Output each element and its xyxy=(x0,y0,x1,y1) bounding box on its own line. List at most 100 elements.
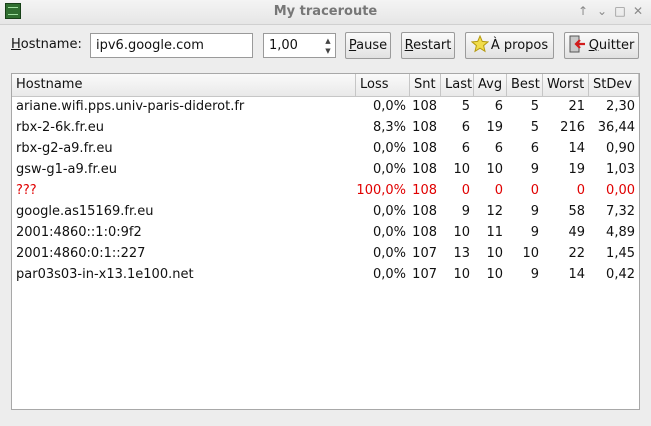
cell-loss: 0,0% xyxy=(372,204,406,219)
cell-best: 9 xyxy=(530,162,539,177)
exit-icon xyxy=(569,35,587,57)
column-header-worst[interactable]: Worst xyxy=(543,74,589,96)
table-row[interactable]: ariane.wifi.pps.univ-paris-diderot.fr 0,0… xyxy=(12,96,639,117)
cell-best: 9 xyxy=(530,204,539,219)
cell-stdev: 0,42 xyxy=(606,267,635,282)
cell-stdev: 7,32 xyxy=(606,204,635,219)
cell-worst: 19 xyxy=(568,162,585,177)
cell-best: 5 xyxy=(530,120,539,135)
cell-avg: 11 xyxy=(486,225,503,240)
cell-worst: 58 xyxy=(568,204,585,219)
column-header-host[interactable]: Hostname xyxy=(12,74,356,96)
cell-loss: 0,0% xyxy=(372,246,406,261)
cell-loss: 100,0% xyxy=(356,183,406,198)
column-header-snt[interactable]: Snt xyxy=(410,74,441,96)
cell-host: ??? xyxy=(16,183,37,198)
table-row[interactable]: par03s03-in-x13.1e100.net 0,0% 107 10 10 9 14 0… xyxy=(12,264,639,285)
column-header-last[interactable]: Last xyxy=(441,74,474,96)
cell-last: 13 xyxy=(453,246,470,261)
cell-snt: 108 xyxy=(412,141,437,156)
pause-button[interactable]: Pause xyxy=(345,32,391,59)
cell-avg: 19 xyxy=(486,120,503,135)
cell-snt: 108 xyxy=(412,183,437,198)
table-row[interactable]: rbx-2-6k.fr.eu 8,3% 108 6 19 5 216 36,44 xyxy=(12,117,639,138)
spin-up-icon[interactable]: ▲ xyxy=(324,37,332,45)
spin-down-icon[interactable]: ▼ xyxy=(324,47,332,55)
cell-best: 6 xyxy=(530,141,539,156)
cell-snt: 108 xyxy=(412,225,437,240)
cell-loss: 0,0% xyxy=(372,267,406,282)
cell-stdev: 1,03 xyxy=(606,162,635,177)
cell-best: 0 xyxy=(530,183,539,198)
table-row[interactable]: 2001:4860::1:0:9f2 0,0% 108 10 11 9 49 4,89 xyxy=(12,222,639,243)
cell-last: 10 xyxy=(453,225,470,240)
cell-avg: 10 xyxy=(486,267,503,282)
cell-worst: 49 xyxy=(568,225,585,240)
table-row[interactable]: rbx-g2-a9.fr.eu 0,0% 108 6 6 6 14 0,90 xyxy=(12,138,639,159)
cell-snt: 107 xyxy=(412,267,437,282)
cell-loss: 0,0% xyxy=(372,162,406,177)
cell-avg: 0 xyxy=(494,183,503,198)
interval-spinbox[interactable]: 1,00 ▲ ▼ xyxy=(263,33,336,58)
keep-above-icon[interactable]: ↑ xyxy=(576,4,590,18)
cell-last: 9 xyxy=(461,204,470,219)
cell-stdev: 4,89 xyxy=(606,225,635,240)
cell-best: 9 xyxy=(530,267,539,282)
table-header: Hostname Loss Snt Last Avg Best Worst StDev xyxy=(12,74,639,97)
cell-best: 5 xyxy=(530,99,539,114)
window-title: My traceroute xyxy=(273,4,378,19)
table-row[interactable]: 2001:4860:0:1::227 0,0% 107 13 10 10 22 1,45 xyxy=(12,243,639,264)
quit-label: Quitter xyxy=(588,38,635,53)
table-row[interactable]: ??? 100,0% 108 0 0 0 0 0,00 xyxy=(12,180,639,201)
hostname-input[interactable]: ipv6.google.com xyxy=(90,33,253,58)
column-header-avg[interactable]: Avg xyxy=(474,74,507,96)
column-header-best[interactable]: Best xyxy=(507,74,543,96)
cell-last: 10 xyxy=(453,162,470,177)
cell-loss: 0,0% xyxy=(372,141,406,156)
cell-worst: 14 xyxy=(568,141,585,156)
cell-worst: 14 xyxy=(568,267,585,282)
cell-last: 6 xyxy=(461,141,470,156)
cell-worst: 0 xyxy=(576,183,585,198)
cell-stdev: 1,45 xyxy=(606,246,635,261)
cell-host: par03s03-in-x13.1e100.net xyxy=(16,267,194,282)
column-header-loss[interactable]: Loss xyxy=(356,74,410,96)
cell-snt: 108 xyxy=(412,162,437,177)
cell-host: rbx-g2-a9.fr.eu xyxy=(16,141,113,156)
status-bar xyxy=(0,414,651,426)
close-icon[interactable]: ✕ xyxy=(631,4,645,18)
title-bar[interactable]: My traceroute ↑ ⌄ □ ✕ xyxy=(0,0,651,25)
cell-avg: 6 xyxy=(494,99,503,114)
cell-stdev: 0,90 xyxy=(606,141,635,156)
cell-stdev: 2,30 xyxy=(606,99,635,114)
about-button[interactable]: À propos xyxy=(465,32,554,59)
column-header-stdev[interactable]: StDev xyxy=(589,74,639,96)
cell-snt: 107 xyxy=(412,246,437,261)
cell-stdev: 0,00 xyxy=(606,183,635,198)
traceroute-table[interactable]: Hostname Loss Snt Last Avg Best Worst StDev ari… xyxy=(11,73,640,410)
minimize-icon[interactable]: ⌄ xyxy=(595,4,609,18)
cell-best: 9 xyxy=(530,225,539,240)
hostname-label: Hostname: xyxy=(11,37,82,52)
about-label: À propos xyxy=(490,38,549,53)
cell-snt: 108 xyxy=(412,204,437,219)
cell-host: rbx-2-6k.fr.eu xyxy=(16,120,104,135)
cell-avg: 6 xyxy=(494,141,503,156)
restart-label: Restart xyxy=(404,38,452,53)
cell-host: ariane.wifi.pps.univ-paris-diderot.fr xyxy=(16,99,245,114)
cell-avg: 10 xyxy=(486,162,503,177)
maximize-icon[interactable]: □ xyxy=(613,4,627,18)
app-window: My traceroute ↑ ⌄ □ ✕ Hostname: ipv6.goo… xyxy=(0,0,651,426)
cell-host: 2001:4860:0:1::227 xyxy=(16,246,146,261)
table-row[interactable]: google.as15169.fr.eu 0,0% 108 9 12 9 58 7,32 xyxy=(12,201,639,222)
cell-loss: 8,3% xyxy=(372,120,406,135)
quit-button[interactable]: Quitter xyxy=(564,32,639,59)
cell-best: 10 xyxy=(522,246,539,261)
cell-worst: 21 xyxy=(568,99,585,114)
restart-button[interactable]: Restart xyxy=(401,32,455,59)
cell-avg: 10 xyxy=(486,246,503,261)
cell-snt: 108 xyxy=(412,99,437,114)
cell-last: 5 xyxy=(461,99,470,114)
table-row[interactable]: gsw-g1-a9.fr.eu 0,0% 108 10 10 9 19 1,03 xyxy=(12,159,639,180)
cell-avg: 12 xyxy=(486,204,503,219)
